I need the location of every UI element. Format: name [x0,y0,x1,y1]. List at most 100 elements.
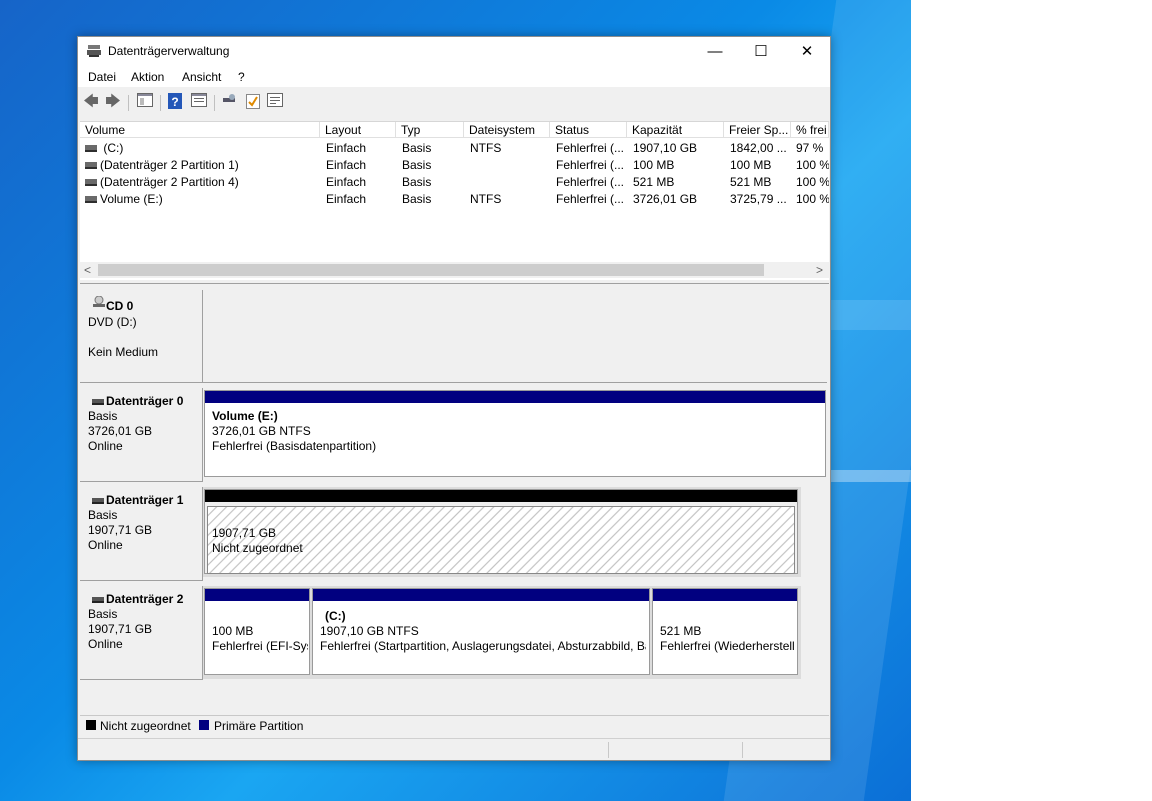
unallocated-hatch [207,506,795,574]
disk-size: 3726,01 GB [88,424,153,438]
partition-title: Volume (E:) [212,409,278,423]
disk-icon [92,399,104,405]
unallocated-bar [205,490,797,502]
disk-label-1[interactable]: Datenträger 1 Basis 1907,71 GB Online [80,487,203,581]
scrollbar-thumb[interactable] [98,264,764,276]
column-header-typ[interactable]: Typ [396,122,464,138]
cd0-empty-area [203,290,827,383]
disk-name: Datenträger 0 [106,394,184,408]
menu-aktion[interactable]: Aktion [131,70,164,84]
maximize-button[interactable]: ☐ [738,37,784,67]
partition-unallocated[interactable]: 1907,71 GB Nicht zugeordnet [204,489,798,574]
disk-label-2[interactable]: Datenträger 2 Basis 1907,71 GB Online [80,586,203,680]
volume-name-cell: (Datenträger 2 Partition 4) [85,174,317,191]
filesystem-cell: NTFS [470,141,502,155]
menu-ansicht[interactable]: Ansicht [182,70,221,84]
primary-partition-bar [205,589,309,601]
toolbar-separator [160,95,161,111]
disk-management-window: Datenträgerverwaltung — ☐ ✕ Datei Aktion… [77,36,831,761]
column-header-prozent-frei[interactable]: % frei [791,122,829,138]
type-cell: Basis [402,141,432,155]
layout-cell: Einfach [326,158,367,172]
legend-label-primary: Primäre Partition [214,719,304,733]
partition-c[interactable]: (C:) 1907,10 GB NTFS Fehlerfrei (Startpa… [312,588,650,675]
partition-size: 1907,71 GB [212,526,277,540]
column-header-freier-speicher[interactable]: Freier Sp... [724,122,791,138]
partition-volume-e[interactable]: Volume (E:) 3726,01 GB NTFS Fehlerfrei (… [204,390,826,477]
column-header-kapazitaet[interactable]: Kapazität [627,122,724,138]
disk-size: 1907,71 GB [88,622,153,636]
capacity-cell: 100 MB [633,158,675,172]
desktop-light-ray [820,300,911,330]
column-header-dateisystem[interactable]: Dateisystem [464,122,550,138]
legend-label-unallocated: Nicht zugeordnet [100,719,191,733]
disk-label-0[interactable]: Datenträger 0 Basis 3726,01 GB Online [80,388,203,482]
horizontal-scrollbar[interactable]: < > [80,262,829,278]
toolbar: 🡄 🡆 ? [78,89,830,115]
forward-arrow-icon[interactable]: 🡆 [104,93,122,111]
menu-help[interactable]: ? [238,70,245,84]
free-space-cell: 100 MB [730,158,772,172]
disk-icon [92,498,104,504]
column-header-status[interactable]: Status [550,122,627,138]
check-icon[interactable] [244,93,262,111]
partition-status: Nicht zugeordnet [212,541,303,555]
partition-status: Fehlerfrei (Basisdatenpartition) [212,439,377,453]
capacity-cell: 521 MB [633,175,675,189]
back-arrow-icon[interactable]: 🡄 [82,93,100,111]
partition-size: 521 MB [660,624,702,638]
menu-datei[interactable]: Datei [88,70,116,84]
partition-efi[interactable]: 100 MB Fehlerfrei (EFI-Sys [204,588,310,675]
percent-free-cell: 100 % [796,192,829,206]
column-header-layout[interactable]: Layout [320,122,396,138]
legend: Nicht zugeordnet Primäre Partition [80,715,829,736]
status-separator [742,742,743,758]
type-cell: Basis [402,192,432,206]
drive-icon [85,162,97,170]
layout-cell: Einfach [326,175,367,189]
close-button[interactable]: ✕ [784,37,830,67]
partition-recovery[interactable]: 521 MB Fehlerfrei (Wiederherstell [652,588,798,675]
volume-name-cell: (C:) [85,140,317,157]
type-cell: Basis [402,175,432,189]
disk-drive-letter: DVD (D:) [88,315,137,329]
disk-state: Online [88,538,123,552]
menu-bar: Datei Aktion Ansicht ? [78,67,830,87]
disk-label-cd0[interactable]: CD 0 DVD (D:) Kein Medium [80,290,203,383]
partition-status: Fehlerfrei (Startpartition, Auslagerungs… [320,639,646,653]
scroll-left-icon[interactable]: < [84,262,91,278]
settings-list-icon[interactable] [266,93,284,111]
disk-state: Online [88,439,123,453]
table-row[interactable]: (Datenträger 2 Partition 4) Einfach Basi… [80,174,829,191]
cd-drive-icon [93,296,105,307]
minimize-button[interactable]: — [692,37,738,67]
layout-cell: Einfach [326,192,367,206]
table-row[interactable]: Volume (E:) Einfach Basis NTFS Fehlerfre… [80,191,829,208]
scroll-right-icon[interactable]: > [816,262,823,278]
title-bar[interactable]: Datenträgerverwaltung — ☐ ✕ [78,37,830,67]
percent-free-cell: 97 % [796,141,824,155]
desktop-light-ray [830,470,911,482]
table-row[interactable]: (Datenträger 2 Partition 1) Einfach Basi… [80,157,829,174]
disk-type: Basis [88,409,118,423]
legend-swatch-unallocated [86,720,96,730]
refresh-icon[interactable] [220,93,238,111]
properties-icon[interactable] [190,93,208,111]
disk-size: 1907,71 GB [88,523,153,537]
disk-state: Online [88,637,123,651]
disk-type: Basis [88,508,118,522]
percent-free-cell: 100 % [796,158,829,172]
help-icon[interactable]: ? [166,93,184,111]
capacity-cell: 1907,10 GB [633,141,698,155]
filesystem-cell: NTFS [470,192,502,206]
disk-graphical-view: CD 0 DVD (D:) Kein Medium Datenträger 0 … [80,283,829,712]
table-row[interactable]: (C:) Einfach Basis NTFS Fehlerfrei (... … [80,140,829,157]
legend-swatch-primary [199,720,209,730]
partition-status: Fehlerfrei (EFI-Sys [212,639,308,653]
svg-text:?: ? [171,95,178,109]
toolbar-separator [128,95,129,111]
partition-size: 1907,10 GB NTFS [320,624,419,638]
toolbar-separator [214,95,215,111]
console-tree-icon[interactable] [136,93,154,111]
column-header-volume[interactable]: Volume [80,122,320,138]
